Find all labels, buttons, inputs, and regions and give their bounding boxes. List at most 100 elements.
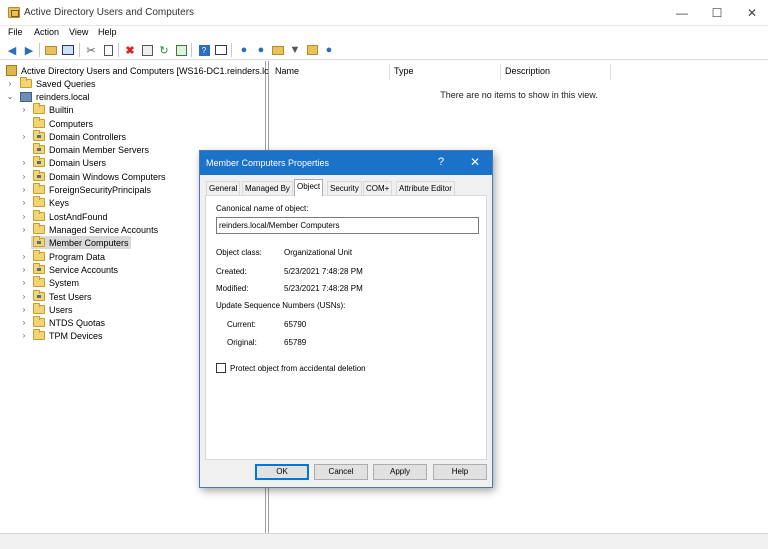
tab-object[interactable]: Object [294, 179, 324, 196]
chevron-right-icon[interactable]: › [5, 77, 15, 90]
close-button[interactable]: ✕ [742, 4, 762, 22]
column-divider[interactable] [610, 64, 611, 80]
canonical-name-field[interactable]: reinders.local/Member Computers [216, 217, 479, 234]
find-icon[interactable] [305, 43, 319, 57]
column-divider[interactable] [389, 64, 390, 80]
chevron-right-icon[interactable]: › [19, 210, 29, 223]
folder-icon [20, 77, 32, 88]
tree-item-users[interactable]: Users [33, 303, 73, 316]
chevron-right-icon[interactable]: › [19, 316, 29, 329]
ok-button[interactable]: OK [255, 464, 309, 480]
tree-item-label: reinders.local [36, 91, 90, 102]
chevron-right-icon[interactable]: › [19, 276, 29, 289]
show-console-icon[interactable] [214, 43, 228, 57]
menu-file[interactable]: File [8, 27, 23, 37]
tab-attribute-editor[interactable]: Attribute Editor [396, 181, 455, 195]
protect-deletion-label[interactable]: Protect object from accidental deletion [230, 364, 366, 373]
chevron-right-icon[interactable]: › [19, 250, 29, 263]
filter-icon[interactable]: ▼ [288, 43, 302, 57]
protect-deletion-checkbox[interactable] [216, 363, 226, 373]
menu-view[interactable]: View [69, 27, 88, 37]
folder-icon [33, 316, 45, 327]
tree-item-foreign-security-principals[interactable]: ForeignSecurityPrincipals [33, 183, 151, 196]
cancel-button[interactable]: Cancel [314, 464, 368, 480]
menu-action[interactable]: Action [34, 27, 59, 37]
up-folder-icon[interactable] [44, 43, 58, 57]
refresh-icon[interactable]: ↻ [157, 43, 171, 57]
chevron-right-icon[interactable]: › [19, 103, 29, 116]
tree-item-member-computers[interactable]: Member Computers [31, 236, 131, 249]
column-header-description[interactable]: Description [505, 66, 550, 80]
tree-item-service-accounts[interactable]: Service Accounts [33, 263, 118, 276]
column-header-name[interactable]: Name [275, 66, 299, 80]
export-list-icon[interactable] [174, 43, 188, 57]
tree-item-domain[interactable]: reinders.local [20, 90, 90, 103]
menu-help[interactable]: Help [98, 27, 117, 37]
tab-security[interactable]: Security [327, 181, 362, 195]
tree-item-label: LostAndFound [49, 211, 108, 222]
help-icon[interactable]: ? [197, 43, 211, 57]
tree-item-managed-service-accounts[interactable]: Managed Service Accounts [33, 223, 158, 236]
ou-folder-icon [33, 130, 45, 141]
apply-button[interactable]: Apply [373, 464, 427, 480]
minimize-button[interactable]: — [672, 4, 692, 22]
cut-icon[interactable]: ✂ [84, 43, 98, 57]
created-label: Created: [216, 267, 247, 276]
column-divider[interactable] [500, 64, 501, 80]
dialog-title-bar[interactable]: Member Computers Properties ? ✕ [200, 151, 492, 175]
ou-folder-icon [33, 156, 45, 167]
tree-item-ntds-quotas[interactable]: NTDS Quotas [33, 316, 105, 329]
chevron-right-icon[interactable]: › [19, 223, 29, 236]
back-icon[interactable]: ◀ [5, 43, 19, 57]
modified-value: 5/23/2021 7:48:28 PM [284, 284, 363, 293]
folder-icon [33, 329, 45, 340]
show-hide-console-tree-icon[interactable] [61, 43, 75, 57]
tree-item-domain-windows-computers[interactable]: Domain Windows Computers [33, 170, 166, 183]
folder-icon [33, 210, 45, 221]
chevron-right-icon[interactable]: › [19, 183, 29, 196]
maximize-button[interactable]: ☐ [707, 4, 727, 22]
chevron-right-icon[interactable]: › [19, 130, 29, 143]
chevron-right-icon[interactable]: › [19, 170, 29, 183]
chevron-down-icon[interactable]: ⌄ [5, 90, 15, 103]
add-to-group-icon[interactable]: ● [322, 43, 336, 57]
chevron-right-icon[interactable]: › [19, 263, 29, 276]
folder-icon [33, 103, 45, 114]
tree-item-computers[interactable]: Computers [33, 117, 93, 130]
copy-icon[interactable] [101, 43, 115, 57]
chevron-right-icon[interactable]: › [19, 303, 29, 316]
tree-item-tpm-devices[interactable]: TPM Devices [33, 329, 103, 342]
delete-icon[interactable]: ✖ [123, 43, 137, 57]
help-button[interactable]: ? [438, 156, 444, 168]
tab-general[interactable]: General [206, 181, 241, 195]
new-group-icon[interactable]: ● [254, 43, 268, 57]
properties-icon[interactable] [140, 43, 154, 57]
chevron-right-icon[interactable]: › [19, 156, 29, 169]
tree-item-test-users[interactable]: Test Users [33, 290, 92, 303]
forward-icon[interactable]: ▶ [22, 43, 36, 57]
new-ou-icon[interactable] [271, 43, 285, 57]
tab-com-plus[interactable]: COM+ [363, 181, 393, 195]
tree-item-program-data[interactable]: Program Data [33, 250, 105, 263]
tree-item-domain-member-servers[interactable]: Domain Member Servers [33, 143, 149, 156]
dialog-close-button[interactable]: ✕ [470, 155, 480, 169]
tree-item-saved-queries[interactable]: Saved Queries [20, 77, 96, 90]
tree-root[interactable]: Active Directory Users and Computers [WS… [6, 64, 283, 77]
tab-managed-by[interactable]: Managed By [242, 181, 293, 195]
ou-folder-icon [33, 143, 45, 154]
tree-item-label: Domain Windows Computers [49, 171, 166, 182]
chevron-right-icon[interactable]: › [19, 196, 29, 209]
chevron-right-icon[interactable]: › [19, 329, 29, 342]
tree-item-builtin[interactable]: Builtin [33, 103, 74, 116]
chevron-right-icon[interactable]: › [19, 290, 29, 303]
tree-item-lost-and-found[interactable]: LostAndFound [33, 210, 108, 223]
tree-item-label: TPM Devices [49, 330, 103, 341]
tree-item-domain-users[interactable]: Domain Users [33, 156, 106, 169]
tree-item-system[interactable]: System [33, 276, 79, 289]
help-dialog-button[interactable]: Help [433, 464, 487, 480]
tree-item-keys[interactable]: Keys [33, 196, 69, 209]
new-user-icon[interactable]: ● [237, 43, 251, 57]
tree-item-domain-controllers[interactable]: Domain Controllers [33, 130, 126, 143]
column-header-type[interactable]: Type [394, 66, 414, 80]
tree-item-label: Domain Controllers [49, 131, 127, 142]
